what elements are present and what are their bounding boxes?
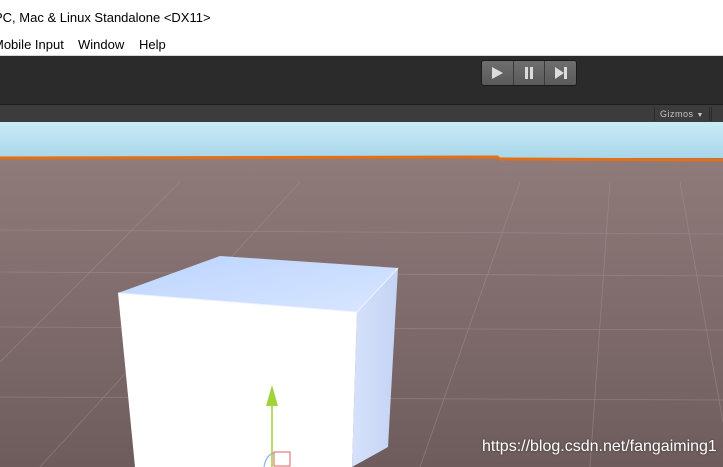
step-button[interactable] <box>545 61 576 85</box>
window-title: PC, Mac & Linux Standalone <DX11> <box>0 10 211 25</box>
toolbar-divider <box>711 107 712 121</box>
menu-bar: Mobile Input Window Help <box>0 34 723 56</box>
gizmos-label: Gizmos <box>660 109 694 119</box>
scene-view-toolbar: Gizmos ▼ <box>0 104 723 123</box>
play-button[interactable] <box>482 61 514 85</box>
step-icon <box>554 67 567 79</box>
cube-object[interactable] <box>117 256 399 467</box>
pause-button[interactable] <box>513 61 546 85</box>
pause-icon <box>525 67 533 79</box>
play-icon <box>492 67 504 79</box>
menu-item-window[interactable]: Window <box>78 37 124 52</box>
chevron-down-icon: ▼ <box>696 112 704 119</box>
watermark-text: https://blog.csdn.net/fangaiming1 <box>482 438 717 455</box>
menu-item-mobile-input[interactable]: Mobile Input <box>0 37 64 52</box>
sky <box>0 122 723 158</box>
playback-controls <box>481 60 577 86</box>
window-title-bar: PC, Mac & Linux Standalone <DX11> <box>0 0 723 34</box>
gizmos-dropdown[interactable]: Gizmos ▼ <box>654 107 710 121</box>
menu-item-help[interactable]: Help <box>139 37 166 52</box>
main-toolbar <box>0 56 723 104</box>
scene-viewport[interactable] <box>0 122 723 467</box>
